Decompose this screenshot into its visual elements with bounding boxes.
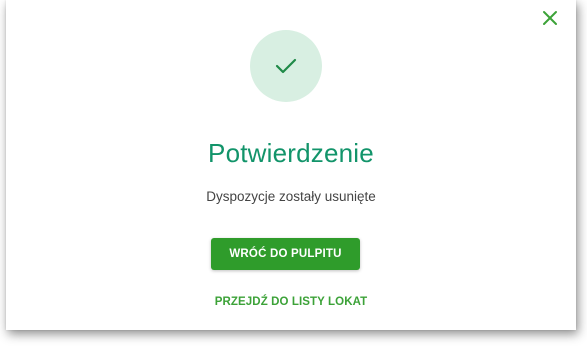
dialog-message: Dyspozycje zostały usunięte — [206, 189, 376, 204]
success-badge — [250, 30, 322, 102]
go-to-deposits-list-link[interactable]: PRZEJDŹ DO LISTY LOKAT — [6, 296, 576, 308]
page-background: Potwierdzenie Dyspozycje zostały usunięt… — [0, 0, 587, 349]
close-button[interactable] — [541, 9, 559, 27]
back-to-dashboard-button[interactable]: WRÓĆ DO PULPITU — [211, 238, 360, 270]
close-icon — [541, 9, 559, 27]
dialog-title: Potwierdzenie — [208, 138, 374, 168]
confirmation-dialog: Potwierdzenie Dyspozycje zostały usunięt… — [6, 0, 576, 330]
